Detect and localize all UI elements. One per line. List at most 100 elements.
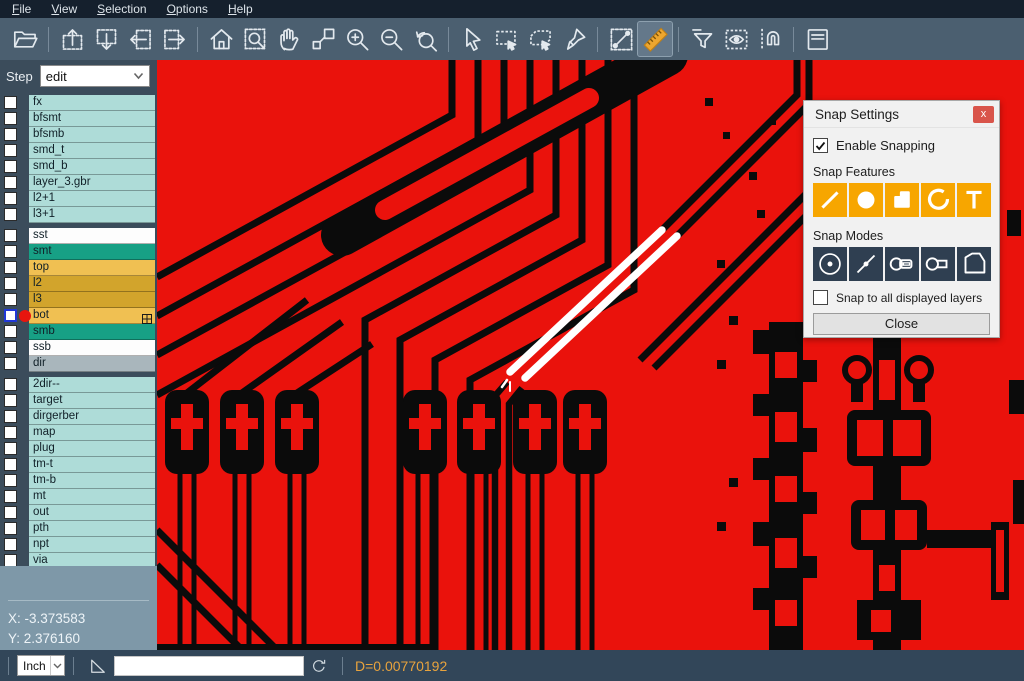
layer-row[interactable]: top	[0, 260, 157, 276]
layer-name[interactable]: map	[29, 425, 155, 441]
send-top-icon[interactable]	[55, 22, 89, 56]
layer-row[interactable]: sst	[0, 228, 157, 244]
layer-checkbox[interactable]	[4, 378, 17, 391]
layer-row[interactable]: tm-b	[0, 473, 157, 489]
layer-name[interactable]: smd_t	[29, 143, 155, 159]
snap-arc-button[interactable]	[921, 183, 955, 217]
layer-checkbox[interactable]	[4, 506, 17, 519]
layer-row[interactable]: l3+1	[0, 207, 157, 223]
all-layers-checkbox[interactable]	[813, 290, 828, 305]
refresh-icon[interactable]	[310, 657, 328, 675]
snap-line-button[interactable]	[813, 183, 847, 217]
send-left-icon[interactable]	[123, 22, 157, 56]
zoom-out-icon[interactable]	[374, 22, 408, 56]
layer-row[interactable]: mt	[0, 489, 157, 505]
layer-checkbox[interactable]	[4, 160, 17, 173]
menu-item[interactable]: Help	[218, 0, 263, 18]
layer-name[interactable]: tm-t	[29, 457, 155, 473]
layer-row[interactable]: tm-t	[0, 457, 157, 473]
layer-name[interactable]: dir	[29, 356, 155, 372]
layer-checkbox[interactable]	[4, 277, 17, 290]
menu-item[interactable]: Selection	[87, 0, 156, 18]
layer-row[interactable]: ssb	[0, 340, 157, 356]
layer-name[interactable]: top	[29, 260, 155, 276]
layer-row[interactable]: map	[0, 425, 157, 441]
layer-checkbox[interactable]	[4, 522, 17, 535]
layer-name[interactable]: target	[29, 393, 155, 409]
layer-name[interactable]: layer_3.gbr	[29, 175, 155, 191]
layer-row[interactable]: smd_t	[0, 143, 157, 159]
layer-checkbox[interactable]	[4, 176, 17, 189]
layer-name[interactable]: bfsmt	[29, 111, 155, 127]
layer-name[interactable]: tm-b	[29, 473, 155, 489]
measure-line-icon[interactable]	[604, 22, 638, 56]
zoom-window-icon[interactable]	[238, 22, 272, 56]
command-input[interactable]	[114, 656, 304, 676]
layer-name[interactable]: smt	[29, 244, 155, 260]
layer-name[interactable]: mt	[29, 489, 155, 505]
layer-name[interactable]: out	[29, 505, 155, 521]
layer-checkbox[interactable]	[4, 309, 17, 322]
dialog-titlebar[interactable]: Snap Settings x	[804, 101, 999, 128]
select-polygon-icon[interactable]	[523, 22, 557, 56]
layer-checkbox[interactable]	[4, 192, 17, 205]
layer-checkbox[interactable]	[4, 426, 17, 439]
filter-icon[interactable]	[685, 22, 719, 56]
layer-name[interactable]: pth	[29, 521, 155, 537]
layer-row[interactable]: bfsmt	[0, 111, 157, 127]
layer-row[interactable]: bfsmb	[0, 127, 157, 143]
layer-name[interactable]: l2+1	[29, 191, 155, 207]
layer-name[interactable]: l2	[29, 276, 155, 292]
layer-checkbox[interactable]	[4, 245, 17, 258]
layer-row[interactable]: out	[0, 505, 157, 521]
layer-name[interactable]: plug	[29, 441, 155, 457]
menu-item[interactable]: Options	[157, 0, 218, 18]
layer-name[interactable]: bot	[29, 308, 155, 324]
layer-name[interactable]: fx	[29, 95, 155, 111]
snap-surface-button[interactable]	[885, 183, 919, 217]
layer-checkbox[interactable]	[4, 394, 17, 407]
menu-item[interactable]: View	[41, 0, 87, 18]
layer-checkbox[interactable]	[4, 538, 17, 551]
home-view-icon[interactable]	[204, 22, 238, 56]
angle-snap-icon[interactable]	[88, 656, 108, 676]
snap-pad-button[interactable]	[849, 183, 883, 217]
snap-slot-outline-button[interactable]	[921, 247, 955, 281]
unit-select[interactable]: Inch	[17, 655, 65, 676]
layer-checkbox[interactable]	[4, 325, 17, 338]
layer-row[interactable]: dirgerber	[0, 409, 157, 425]
layer-checkbox[interactable]	[4, 208, 17, 221]
layer-row[interactable]: smd_b	[0, 159, 157, 175]
layer-row[interactable]: npt	[0, 537, 157, 553]
layer-row[interactable]: l2	[0, 276, 157, 292]
layer-row[interactable]: plug	[0, 441, 157, 457]
layer-checkbox[interactable]	[4, 293, 17, 306]
layer-row[interactable]: bot	[0, 308, 157, 324]
open-folder-icon[interactable]	[8, 22, 42, 56]
close-button[interactable]: Close	[813, 313, 990, 335]
report-form-icon[interactable]	[800, 22, 834, 56]
select-arrow-icon[interactable]	[455, 22, 489, 56]
layer-name[interactable]: ssb	[29, 340, 155, 356]
zoom-previous-icon[interactable]	[408, 22, 442, 56]
layer-checkbox[interactable]	[4, 341, 17, 354]
layer-name[interactable]: bfsmb	[29, 127, 155, 143]
layer-checkbox[interactable]	[4, 96, 17, 109]
brush-icon[interactable]	[557, 22, 591, 56]
layer-checkbox[interactable]	[4, 442, 17, 455]
layer-checkbox[interactable]	[4, 490, 17, 503]
layer-name[interactable]: 2dir--	[29, 377, 155, 393]
layer-row[interactable]: smt	[0, 244, 157, 260]
layer-name[interactable]: l3+1	[29, 207, 155, 223]
layer-row[interactable]: layer_3.gbr	[0, 175, 157, 191]
layer-row[interactable]: target	[0, 393, 157, 409]
enable-snapping-row[interactable]: Enable Snapping	[813, 138, 990, 153]
layer-name[interactable]: l3	[29, 292, 155, 308]
layer-checkbox[interactable]	[4, 261, 17, 274]
layer-row[interactable]: fx	[0, 95, 157, 111]
enable-snapping-checkbox[interactable]	[813, 138, 828, 153]
layer-checkbox[interactable]	[4, 410, 17, 423]
layer-row[interactable]: smb	[0, 324, 157, 340]
layer-checkbox[interactable]	[4, 112, 17, 125]
layer-name[interactable]: npt	[29, 537, 155, 553]
